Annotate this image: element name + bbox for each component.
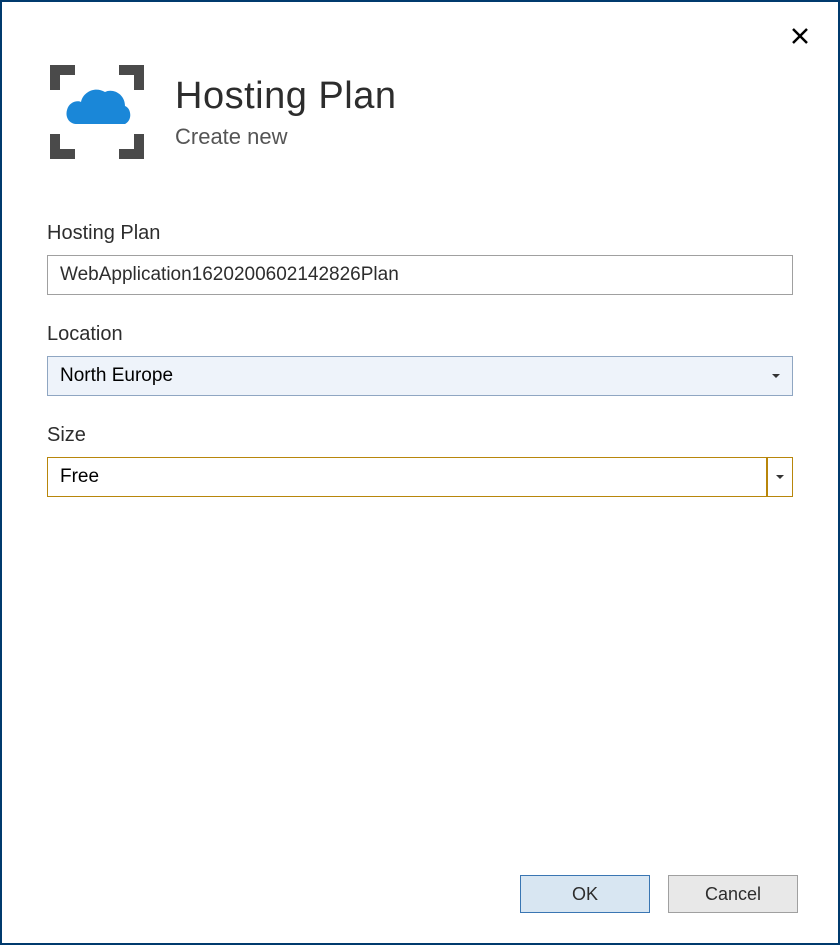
size-group: Size Free — [47, 424, 793, 497]
close-icon — [790, 26, 810, 46]
dialog-subtitle: Create new — [175, 124, 396, 150]
ok-button[interactable]: OK — [520, 875, 650, 913]
size-select-value: Free — [47, 457, 767, 497]
cloud-bracket-icon — [47, 62, 147, 162]
hosting-plan-input[interactable] — [47, 255, 793, 295]
dialog-title: Hosting Plan — [175, 75, 396, 118]
location-select[interactable]: North Europe — [47, 356, 793, 396]
dialog-footer: OK Cancel — [2, 875, 838, 943]
close-button[interactable] — [786, 22, 814, 50]
size-label: Size — [47, 424, 793, 447]
cancel-button[interactable]: Cancel — [668, 875, 798, 913]
dialog-header: Hosting Plan Create new — [2, 2, 838, 182]
chevron-down-icon — [771, 373, 781, 379]
size-dropdown-arrow[interactable] — [767, 457, 793, 497]
hosting-plan-label: Hosting Plan — [47, 222, 793, 245]
chevron-down-icon — [775, 474, 785, 480]
size-select[interactable]: Free — [47, 457, 793, 497]
location-label: Location — [47, 323, 793, 346]
location-dropdown-arrow[interactable] — [763, 356, 789, 396]
hosting-plan-dialog: Hosting Plan Create new Hosting Plan Loc… — [0, 0, 840, 945]
location-group: Location North Europe — [47, 323, 793, 396]
location-select-value: North Europe — [47, 356, 793, 396]
form-area: Hosting Plan Location North Europe Size … — [2, 182, 838, 875]
hosting-plan-group: Hosting Plan — [47, 222, 793, 295]
